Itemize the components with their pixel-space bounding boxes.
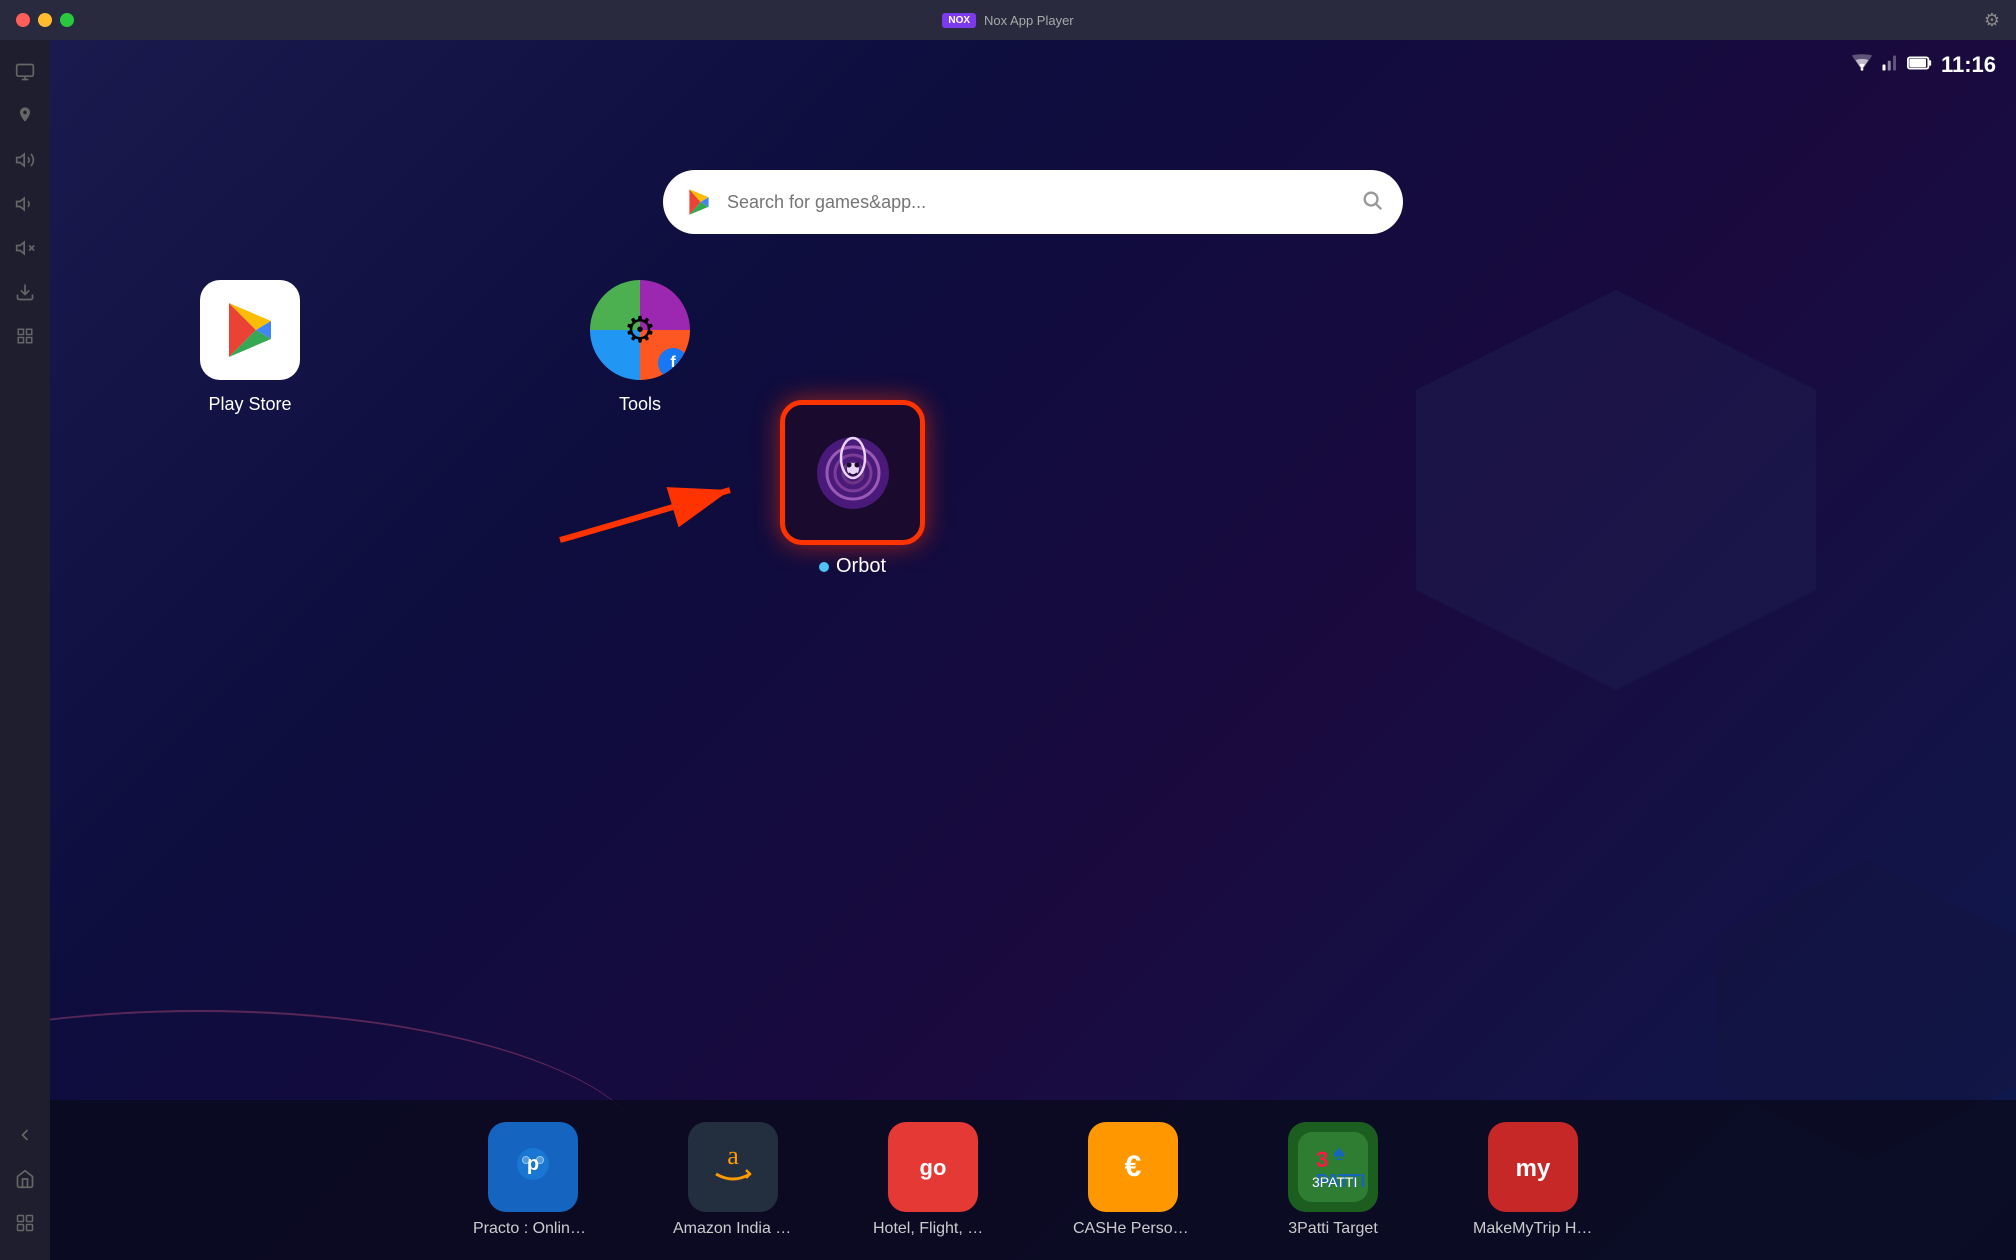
android-screen: 11:16 Play Store [50, 40, 2016, 1260]
arrow-annotation [530, 440, 800, 550]
play-store-app[interactable]: Play Store [200, 280, 300, 415]
dock-cashe[interactable]: € CASHe Personal Loan App [1073, 1122, 1193, 1238]
makemytrip-icon: my [1488, 1122, 1578, 1212]
search-bar[interactable] [663, 170, 1403, 234]
svg-text:a: a [727, 1141, 739, 1170]
search-icon [1361, 189, 1383, 216]
orbot-label-container: Orbot [819, 555, 886, 578]
cashe-label: CASHe Personal Loan App [1073, 1220, 1193, 1238]
search-input[interactable] [727, 192, 1349, 213]
sidebar-home-icon[interactable] [8, 1162, 42, 1196]
makemytrip-label: MakeMyTrip Hotels, Flight... [1473, 1220, 1593, 1238]
settings-button[interactable]: ⚙ [1984, 10, 2000, 31]
sidebar-apps-icon[interactable] [8, 1206, 42, 1240]
svg-text:♠: ♠ [1333, 1140, 1345, 1165]
minimize-button[interactable] [38, 13, 52, 27]
svg-text:go: go [920, 1155, 947, 1180]
practo-logo: p [498, 1132, 568, 1202]
svg-text:3: 3 [1316, 1147, 1328, 1172]
dock-3patti[interactable]: 3 ♠ PATTI 3PATTI 3Patti Target [1273, 1122, 1393, 1238]
sidebar [0, 40, 50, 1260]
time-display: 11:16 [1941, 52, 1996, 78]
cashe-icon: € [1088, 1122, 1178, 1212]
play-store-icon [200, 280, 300, 380]
orbot-icon-box [780, 400, 925, 545]
title-bar: NOX Nox App Player ⚙ [0, 0, 2016, 40]
svg-text:p: p [527, 1153, 539, 1175]
dock: p Practo : Online Doctor App a Amazon In… [50, 1100, 2016, 1260]
sidebar-volume-up-icon[interactable] [8, 143, 42, 177]
amazon-label: Amazon India Shop, Pay,... [673, 1220, 793, 1238]
amazon-logo: a [698, 1132, 768, 1202]
orbot-tor-icon [813, 433, 893, 513]
nox-logo: NOX [942, 13, 976, 28]
orbot-label: Orbot [836, 555, 886, 578]
svg-text:3PATTI: 3PATTI [1312, 1174, 1357, 1190]
tools-facebook-badge: f [658, 348, 688, 378]
status-bar: 11:16 [1831, 40, 2016, 90]
sidebar-bottom-nav [8, 1118, 42, 1240]
sidebar-grid-icon[interactable] [8, 319, 42, 353]
orbot-app[interactable]: Orbot [780, 400, 925, 578]
dock-amazon[interactable]: a Amazon India Shop, Pay,... [673, 1122, 793, 1238]
tools-gear-symbol: ⚙ [624, 309, 656, 351]
dock-goibibo[interactable]: go Hotel, Flight, Bus Booking... [873, 1122, 993, 1238]
sidebar-location-icon[interactable] [8, 99, 42, 133]
tools-label: Tools [619, 394, 661, 415]
practo-icon: p [488, 1122, 578, 1212]
goibibo-label: Hotel, Flight, Bus Booking... [873, 1220, 993, 1238]
bg-hex-1 [1416, 290, 1816, 690]
dock-makemytrip[interactable]: my MakeMyTrip Hotels, Flight... [1473, 1122, 1593, 1238]
tools-icon: ⚙ f [590, 280, 690, 380]
sidebar-mute-icon[interactable] [8, 231, 42, 265]
orbot-status-dot [819, 562, 829, 572]
practo-label: Practo : Online Doctor App [473, 1220, 593, 1238]
app-title: Nox App Player [984, 13, 1074, 28]
makemytrip-logo: my [1498, 1132, 1568, 1202]
traffic-lights [16, 13, 74, 27]
sidebar-screen-icon[interactable] [8, 55, 42, 89]
sidebar-back-icon[interactable] [8, 1118, 42, 1152]
close-button[interactable] [16, 13, 30, 27]
tools-app[interactable]: ⚙ f Tools [590, 280, 690, 415]
dock-practo[interactable]: p Practo : Online Doctor App [473, 1122, 593, 1238]
svg-text:my: my [1516, 1155, 1551, 1182]
battery-icon [1907, 55, 1933, 76]
sidebar-volume-down-icon[interactable] [8, 187, 42, 221]
cashe-logo: € [1098, 1132, 1168, 1202]
maximize-button[interactable] [60, 13, 74, 27]
play-store-logo-icon [220, 300, 280, 360]
goibibo-icon: go [888, 1122, 978, 1212]
play-store-logo [683, 186, 715, 218]
amazon-icon: a [688, 1122, 778, 1212]
play-store-label: Play Store [208, 394, 291, 415]
wifi-icon [1851, 54, 1873, 77]
goibibo-logo: go [898, 1132, 968, 1202]
sidebar-install-icon[interactable] [8, 275, 42, 309]
3patti-label: 3Patti Target [1288, 1220, 1378, 1238]
title-text: NOX Nox App Player [942, 13, 1073, 28]
3patti-icon: 3 ♠ PATTI 3PATTI [1288, 1122, 1378, 1212]
3patti-logo: 3 ♠ PATTI 3PATTI [1298, 1132, 1368, 1202]
signal-icon [1881, 54, 1899, 77]
svg-text:€: € [1125, 1150, 1142, 1183]
